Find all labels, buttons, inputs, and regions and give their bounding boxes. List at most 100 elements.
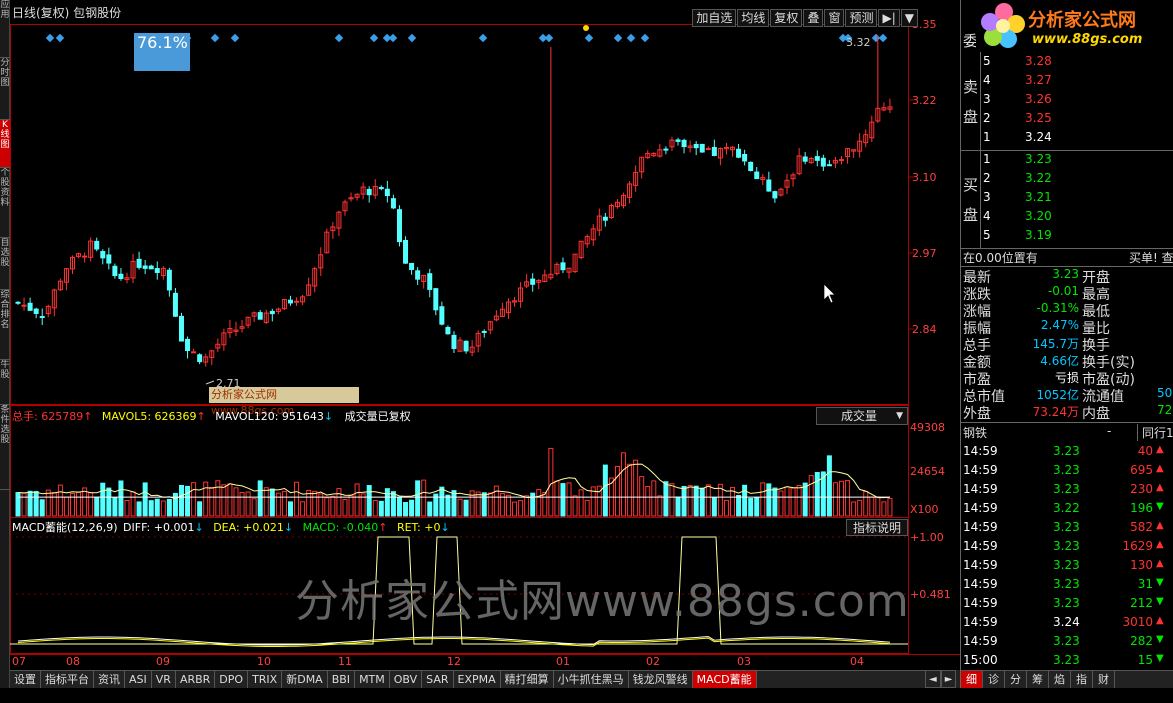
candle-body <box>257 312 263 320</box>
indicator-tab-7[interactable]: TRIX <box>248 671 283 688</box>
quote-key2: 内盘 <box>1082 406 1110 422</box>
sell-level: 3 <box>983 92 991 106</box>
volume-bar <box>784 486 790 517</box>
candle-body <box>820 157 826 167</box>
buy-order-link[interactable]: 买单! 查 <box>1129 249 1173 266</box>
volume-bar <box>524 495 530 517</box>
volume-bar <box>645 485 651 517</box>
indicator-tab-5[interactable]: ARBR <box>176 671 216 688</box>
candle-body <box>463 340 469 352</box>
sector-row: 钢铁 - 同行1 <box>961 424 1173 442</box>
tick-volume: 130 <box>1130 558 1153 572</box>
candle-body <box>602 216 608 221</box>
indicator-tab-0[interactable]: 设置 <box>10 671 41 688</box>
tick-time: 14:59 <box>963 501 998 515</box>
volume-bar <box>560 483 566 517</box>
quote-tab-4[interactable]: 焰 <box>1049 671 1071 688</box>
volume-bar <box>711 497 717 517</box>
left-tab-7[interactable]: 条件选股 <box>0 405 10 490</box>
quote-value: 73.24万 <box>1032 405 1079 419</box>
tick-row: 14:59 3.22 196 ▼ <box>961 501 1173 519</box>
volume-bar <box>27 490 33 517</box>
indicator-tab-13[interactable]: EXPMA <box>454 671 501 688</box>
toolbar-button-2[interactable]: 复权 <box>770 9 803 27</box>
quote-tab-6[interactable]: 财 <box>1093 671 1115 688</box>
indicator-tab-2[interactable]: 资讯 <box>94 671 125 688</box>
sector-name[interactable]: 钢铁 <box>963 424 987 441</box>
toolbar-button-5[interactable]: 预测 <box>845 9 878 27</box>
tick-time: 14:59 <box>963 520 998 534</box>
x-axis-label: 01 <box>556 655 570 668</box>
indicator-tab-15[interactable]: 小牛抓住黑马 <box>554 671 629 688</box>
quote-tab-3[interactable]: 筹 <box>1027 671 1049 688</box>
left-tab-1[interactable]: 分时图 <box>0 58 10 120</box>
volume-bar <box>584 499 590 517</box>
left-tab-5[interactable]: 综合排名 <box>0 290 10 360</box>
logo-url[interactable]: www.88gs.com <box>1032 32 1142 47</box>
volume-bar <box>869 496 875 517</box>
quote-row: 外盘 73.24万 内盘 72 <box>961 403 1173 422</box>
quote-tab-5[interactable]: 指 <box>1071 671 1093 688</box>
volume-bar <box>257 480 263 517</box>
quote-panel: 委卖盘 买盘 5 3.28 4 3.27 3 3.26 2 3.25 1 3.24 1 3.23 2 3.22… <box>960 0 1173 688</box>
scroll-right-icon[interactable]: ► <box>940 670 957 688</box>
left-tab-6[interactable]: 牛股 <box>0 360 10 405</box>
left-tab-0[interactable]: 应用 <box>0 0 10 58</box>
indicator-tab-12[interactable]: SAR <box>422 671 454 688</box>
quote-tab-1[interactable]: 诊 <box>983 671 1005 688</box>
volume-bar <box>33 491 39 517</box>
indicator-tab-8[interactable]: 新DMA <box>282 671 328 688</box>
tick-price: 3.23 <box>1053 463 1080 477</box>
indicator-tab-16[interactable]: 钱龙风警线 <box>629 671 693 688</box>
toolbar-button-6[interactable]: ▶| <box>878 9 900 27</box>
indicator-tab-9[interactable]: BBI <box>328 671 356 688</box>
quote-tab-2[interactable]: 分 <box>1005 671 1027 688</box>
volume-bar <box>736 495 742 517</box>
sell-price: 3.27 <box>1025 73 1052 87</box>
candle-body <box>148 265 154 270</box>
candle-body <box>675 139 681 142</box>
indicator-tab-6[interactable]: DPO <box>215 671 249 688</box>
left-tab-2[interactable]: K线图 <box>0 120 10 168</box>
indicator-tab-3[interactable]: ASI <box>125 671 152 688</box>
x-axis-label: 08 <box>66 655 80 668</box>
volume-bar <box>409 499 415 517</box>
volume-selector[interactable]: 成交量 ▼ <box>816 407 908 425</box>
volume-bar <box>651 480 657 517</box>
volume-bar <box>142 482 148 517</box>
left-tab-3[interactable]: 个股资料 <box>0 168 10 238</box>
sell-level: 1 <box>983 130 991 144</box>
volume-bar <box>845 480 851 517</box>
toolbar-button-1[interactable]: 均线 <box>737 9 770 27</box>
indicator-tab-1[interactable]: 指标平台 <box>41 671 94 688</box>
toolbar-button-7[interactable]: ▼ <box>900 9 918 27</box>
quote-tab-0[interactable]: 细 <box>961 671 983 688</box>
toolbar-button-0[interactable]: 加自选 <box>692 9 737 27</box>
volume-bar <box>487 492 493 517</box>
candle-body <box>409 262 415 270</box>
candle-body <box>711 146 717 156</box>
scroll-left-icon[interactable]: ◄ <box>925 670 941 688</box>
indicator-help-button[interactable]: 指标说明 <box>846 519 908 536</box>
volume-bar <box>548 447 554 517</box>
indicator-tab-11[interactable]: OBV <box>390 671 423 688</box>
indicator-tab-14[interactable]: 精打细算 <box>501 671 554 688</box>
up-triangle-icon: ▲ <box>1156 615 1164 626</box>
indicator-tab-10[interactable]: MTM <box>355 671 390 688</box>
indicator-tab-17[interactable]: MACD蓄能 <box>692 671 757 688</box>
high-price-label: 3.32 <box>846 36 871 49</box>
volume-bar <box>614 465 620 517</box>
volume-bar <box>427 501 433 517</box>
left-tab-4[interactable]: 自选股 <box>0 238 10 290</box>
volume-bar <box>136 501 142 517</box>
volume-bar <box>51 491 57 517</box>
toolbar-button-4[interactable]: 窗 <box>824 9 845 27</box>
indicator-tab-4[interactable]: VR <box>152 671 176 688</box>
volume-bar <box>245 491 251 517</box>
site-banner[interactable]: 分析家公式网www.88gs.com <box>209 387 359 417</box>
peer-button[interactable]: 同行1 <box>1137 424 1173 441</box>
candle-body <box>754 171 760 180</box>
buy-level: 3 <box>983 190 991 204</box>
toolbar-button-3[interactable]: 叠 <box>803 9 824 27</box>
chart-area[interactable]: 3.35 3.22 3.10 2.97 2.84 49308 24654 X100 +1.00 +… <box>10 0 960 668</box>
